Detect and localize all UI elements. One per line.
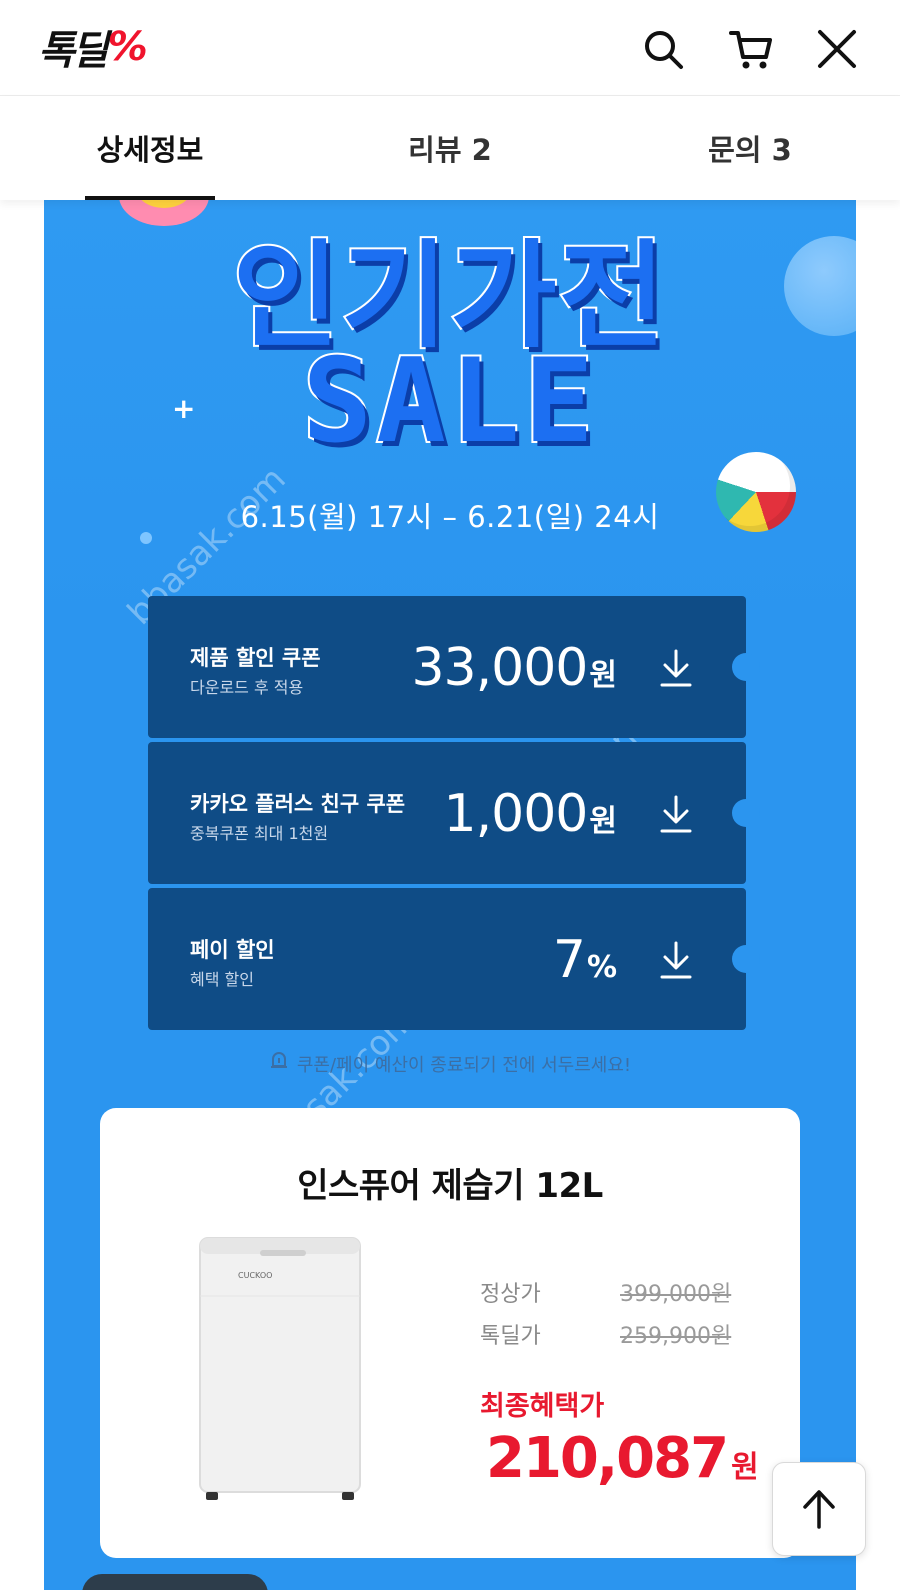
product-name: 인스퓨어 제습기 12L bbox=[297, 1166, 603, 1206]
sale-period: 6.15(월) 17시 – 6.21(일) 24시 bbox=[240, 500, 660, 534]
coupon-product-discount[interactable]: 제품 할인 쿠폰 다운로드 후 적용 33,000 원 bbox=[148, 596, 760, 738]
close-icon[interactable] bbox=[814, 26, 860, 72]
deal-price: 259,900원 bbox=[620, 1324, 732, 1349]
download-icon[interactable] bbox=[658, 794, 694, 834]
final-price-label: 최종혜택가 bbox=[480, 1391, 605, 1422]
final-price-unit: 원 bbox=[731, 1450, 759, 1485]
coupon-amount: 1,000 원 bbox=[443, 784, 617, 844]
coupon-pay-discount[interactable]: 페이 할인 혜택 할인 7% bbox=[148, 888, 760, 1030]
alarm-icon bbox=[269, 1050, 289, 1077]
deal-price-label: 톡딜가 bbox=[480, 1324, 541, 1349]
floating-pill[interactable] bbox=[82, 1574, 268, 1590]
tab-detail-info[interactable]: 상세정보 bbox=[0, 96, 300, 200]
logo-percent-mark: % bbox=[107, 24, 148, 70]
coupon-title: 페이 할인 bbox=[190, 938, 275, 962]
coupon-amount-value: 7 bbox=[552, 930, 586, 990]
download-icon[interactable] bbox=[658, 940, 694, 980]
coupon-subtitle: 중복쿠폰 최대 1천원 bbox=[190, 824, 329, 843]
final-price: 210,087 원 bbox=[486, 1426, 759, 1491]
brand-label: CUCKOO bbox=[238, 1271, 272, 1280]
regular-price: 399,000원 bbox=[620, 1282, 732, 1307]
product-card[interactable]: 인스퓨어 제습기 12L CUCKOO 정상가 399,000원 톡딜가 259… bbox=[100, 1108, 800, 1558]
coupon-amount-unit: 원 bbox=[589, 804, 617, 839]
final-price-value: 210,087 bbox=[486, 1426, 729, 1491]
scroll-to-top-button[interactable] bbox=[772, 1462, 866, 1556]
coupon-amount-value: 33,000 bbox=[411, 638, 588, 698]
dehumidifier-image: CUCKOO bbox=[196, 1236, 364, 1502]
detail-tabs: 상세정보 리뷰 2 문의 3 bbox=[0, 96, 900, 200]
app-header: 톡딜 % bbox=[0, 0, 900, 96]
coupon-amount: 33,000 원 bbox=[411, 638, 617, 698]
coupon-title: 카카오 플러스 친구 쿠폰 bbox=[190, 792, 406, 816]
tab-inquiries[interactable]: 문의 3 bbox=[600, 96, 900, 200]
coupon-subtitle: 혜택 할인 bbox=[190, 970, 254, 989]
coupon-notch bbox=[732, 799, 760, 827]
banner-sale-title: SALE bbox=[300, 332, 598, 471]
budget-notice: 쿠폰/페이 예산이 종료되기 전에 서두르세요! bbox=[44, 1050, 856, 1077]
coupon-amount-unit: % bbox=[586, 950, 617, 985]
coupon-notch bbox=[732, 653, 760, 681]
coupon-title: 제품 할인 쿠폰 bbox=[190, 646, 321, 670]
coupon-amount-value: 1,000 bbox=[443, 784, 589, 844]
tab-reviews[interactable]: 리뷰 2 bbox=[300, 96, 600, 200]
logo[interactable]: 톡딜 % bbox=[38, 24, 148, 74]
coupon-subtitle: 다운로드 후 적용 bbox=[190, 678, 304, 697]
arrow-up-icon bbox=[803, 1490, 835, 1529]
coupon-kakao-plus-friend[interactable]: 카카오 플러스 친구 쿠폰 중복쿠폰 최대 1천원 1,000 원 bbox=[148, 742, 760, 884]
regular-price-label: 정상가 bbox=[480, 1282, 541, 1307]
budget-notice-text: 쿠폰/페이 예산이 종료되기 전에 서두르세요! bbox=[296, 1054, 632, 1076]
coupon-notch bbox=[732, 945, 760, 973]
search-icon[interactable] bbox=[640, 26, 686, 72]
download-icon[interactable] bbox=[658, 648, 694, 688]
coupon-amount-unit: 원 bbox=[589, 658, 617, 693]
logo-text: 톡딜 bbox=[38, 28, 109, 74]
promo-banner: + 인기가전 SALE 6.15(월) 17시 – 6.21(일) 24시 bb… bbox=[44, 196, 856, 1590]
coupon-amount: 7% bbox=[552, 930, 617, 990]
cart-icon[interactable] bbox=[728, 26, 774, 72]
